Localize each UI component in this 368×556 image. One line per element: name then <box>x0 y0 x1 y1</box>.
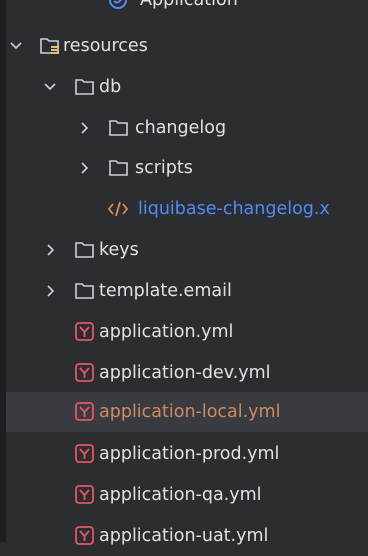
chevron-right-icon[interactable] <box>77 160 93 176</box>
yaml-file-icon <box>75 402 94 421</box>
tree-row-application-qa-yml[interactable]: application-qa.yml <box>6 475 368 515</box>
folder-icon <box>75 283 94 299</box>
spring-boot-icon <box>109 0 127 9</box>
yaml-file-icon <box>75 322 94 341</box>
tree-row-keys[interactable]: keys <box>6 230 368 270</box>
tree-item-label: application-prod.yml <box>99 444 280 464</box>
tree-item-label: keys <box>99 240 139 260</box>
folder-icon <box>75 242 94 258</box>
tree-item-label: application-local.yml <box>99 402 281 422</box>
yaml-file-icon <box>75 444 94 463</box>
tree-row-application[interactable]: Application <box>6 0 368 20</box>
tree-row-template-email[interactable]: template.email <box>6 271 368 311</box>
tree-item-label: resources <box>63 36 148 56</box>
folder-icon <box>75 79 94 95</box>
tree-row-application-yml[interactable]: application.yml <box>6 312 368 352</box>
tree-row-liquibase-changelog[interactable]: liquibase-changelog.x <box>6 189 368 229</box>
yaml-file-icon <box>75 526 94 545</box>
tree-row-application-prod-yml[interactable]: application-prod.yml <box>6 434 368 474</box>
xml-file-icon <box>107 201 129 217</box>
folder-icon <box>109 160 128 176</box>
tree-item-label: liquibase-changelog.x <box>138 199 330 219</box>
folder-icon <box>109 120 128 136</box>
tree-row-resources[interactable]: resources <box>6 26 368 66</box>
yaml-file-icon <box>75 363 94 382</box>
yaml-file-icon <box>75 485 94 504</box>
tree-row-scripts[interactable]: scripts <box>6 148 368 188</box>
chevron-right-icon[interactable] <box>43 283 59 299</box>
tree-item-label: changelog <box>135 118 227 138</box>
tree-row-application-uat-yml[interactable]: application-uat.yml <box>6 516 368 556</box>
tree-item-label: scripts <box>135 158 193 178</box>
resources-folder-icon <box>40 38 59 54</box>
tree-row-application-dev-yml[interactable]: application-dev.yml <box>6 353 368 393</box>
tree-row-db[interactable]: db <box>6 67 368 107</box>
tree-item-label: db <box>99 77 122 97</box>
tree-row-changelog[interactable]: changelog <box>6 108 368 148</box>
chevron-right-icon[interactable] <box>43 242 59 258</box>
chevron-down-icon[interactable] <box>8 38 24 54</box>
tree-item-label: application.yml <box>99 322 234 342</box>
tree-item-label: template.email <box>99 281 232 301</box>
tree-item-label: Application <box>140 0 238 10</box>
project-tree[interactable]: Application resources db changelog scrip… <box>6 0 368 546</box>
tree-item-label: application-qa.yml <box>99 485 262 505</box>
tree-item-label: application-dev.yml <box>99 363 271 383</box>
tree-item-label: application-uat.yml <box>99 526 269 546</box>
chevron-down-icon[interactable] <box>42 79 58 95</box>
chevron-right-icon[interactable] <box>77 120 93 136</box>
tree-row-application-local-yml[interactable]: application-local.yml <box>6 392 368 432</box>
